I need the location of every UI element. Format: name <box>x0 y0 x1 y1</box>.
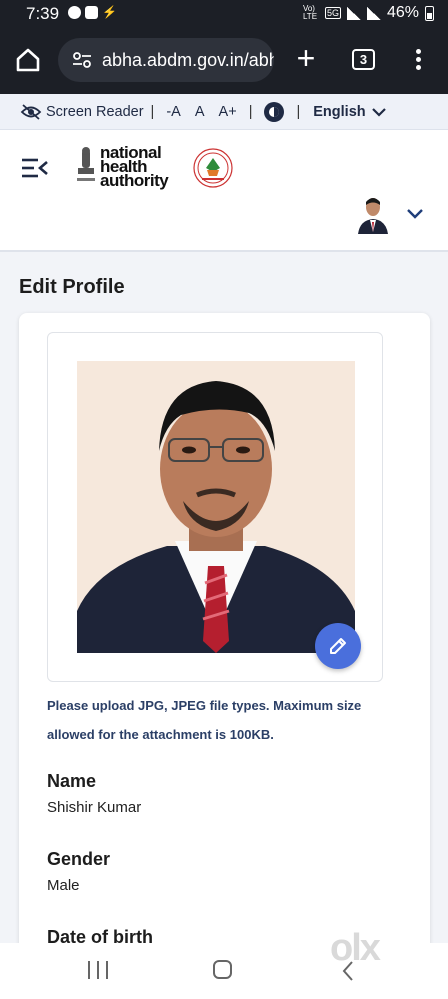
eye-slash-icon <box>20 103 42 120</box>
profile-card: Please upload JPG, JPEG file types. Maxi… <box>19 313 430 953</box>
gender-value: Male <box>47 877 80 894</box>
system-nav-bar: olx <box>0 927 448 999</box>
nha-logo-text: national health authority <box>100 144 169 190</box>
font-decrease-button[interactable]: -A <box>166 104 181 120</box>
font-normal-button[interactable]: A <box>195 104 205 120</box>
page-title: Edit Profile <box>19 276 125 298</box>
recent-apps-icon[interactable] <box>88 961 108 979</box>
divider: | <box>248 103 253 120</box>
gender-label: Gender <box>47 849 111 869</box>
chat-notification-icon <box>68 6 81 19</box>
new-tab-icon[interactable]: + <box>292 42 320 74</box>
edit-photo-button[interactable] <box>315 623 361 669</box>
chevron-down-icon <box>371 107 386 117</box>
bolt-icon: ⚡ <box>102 5 117 19</box>
url-bar[interactable]: abha.abdm.gov.in/abha <box>58 38 274 82</box>
browser-menu-icon[interactable] <box>410 47 426 73</box>
notification-icons: ⚡ <box>68 6 117 19</box>
upload-hint: Please upload JPG, JPEG file types. Maxi… <box>47 698 362 742</box>
status-time: 7:39 <box>26 4 60 23</box>
site-header: national health authority <box>0 130 448 252</box>
name-label: Name <box>47 771 97 791</box>
url-text: abha.abdm.gov.in/abha <box>102 49 274 70</box>
divider: | <box>296 103 301 120</box>
accessibility-bar: Screen Reader | -A A A+ | | English <box>0 94 448 130</box>
volte-icon: Vo) LTE <box>302 4 318 21</box>
chevron-down-icon[interactable] <box>406 208 424 220</box>
divider: | <box>150 103 155 120</box>
pencil-icon <box>330 638 346 654</box>
name-value: Shishir Kumar <box>47 799 142 816</box>
screen-reader-label: Screen Reader <box>46 103 144 120</box>
ndhm-logo-icon <box>193 148 233 188</box>
language-label: English <box>313 103 366 120</box>
language-selector[interactable]: English <box>313 103 386 120</box>
menu-collapse-icon[interactable] <box>22 158 48 178</box>
user-avatar[interactable] <box>356 194 390 234</box>
font-size-controls: -A A A+ <box>161 104 241 120</box>
5g-icon: 5G <box>324 7 341 19</box>
national-emblem-icon <box>77 147 95 181</box>
status-right: Vo) LTE 5G 46% <box>303 4 434 22</box>
site-settings-icon[interactable] <box>72 51 92 69</box>
home-icon[interactable] <box>14 46 42 74</box>
font-increase-button[interactable]: A+ <box>219 104 237 120</box>
battery-percent: 46% <box>386 4 419 21</box>
battery-icon <box>425 5 434 21</box>
browser-toolbar: abha.abdm.gov.in/abha + 3 <box>0 28 448 94</box>
logo-line-3: authority <box>100 171 169 190</box>
signal-icon-1 <box>346 6 361 20</box>
profile-photo <box>77 361 355 653</box>
signal-icon-2 <box>366 6 381 20</box>
gallery-notification-icon <box>85 6 98 19</box>
contrast-icon[interactable] <box>263 101 285 123</box>
tab-switcher-button[interactable]: 3 <box>352 49 375 70</box>
home-nav-icon[interactable] <box>213 960 232 979</box>
status-bar: 7:39 ⚡ Vo) LTE 5G 46% <box>0 0 448 28</box>
screen-reader-button[interactable]: Screen Reader <box>20 104 144 120</box>
back-icon[interactable] <box>340 960 356 982</box>
